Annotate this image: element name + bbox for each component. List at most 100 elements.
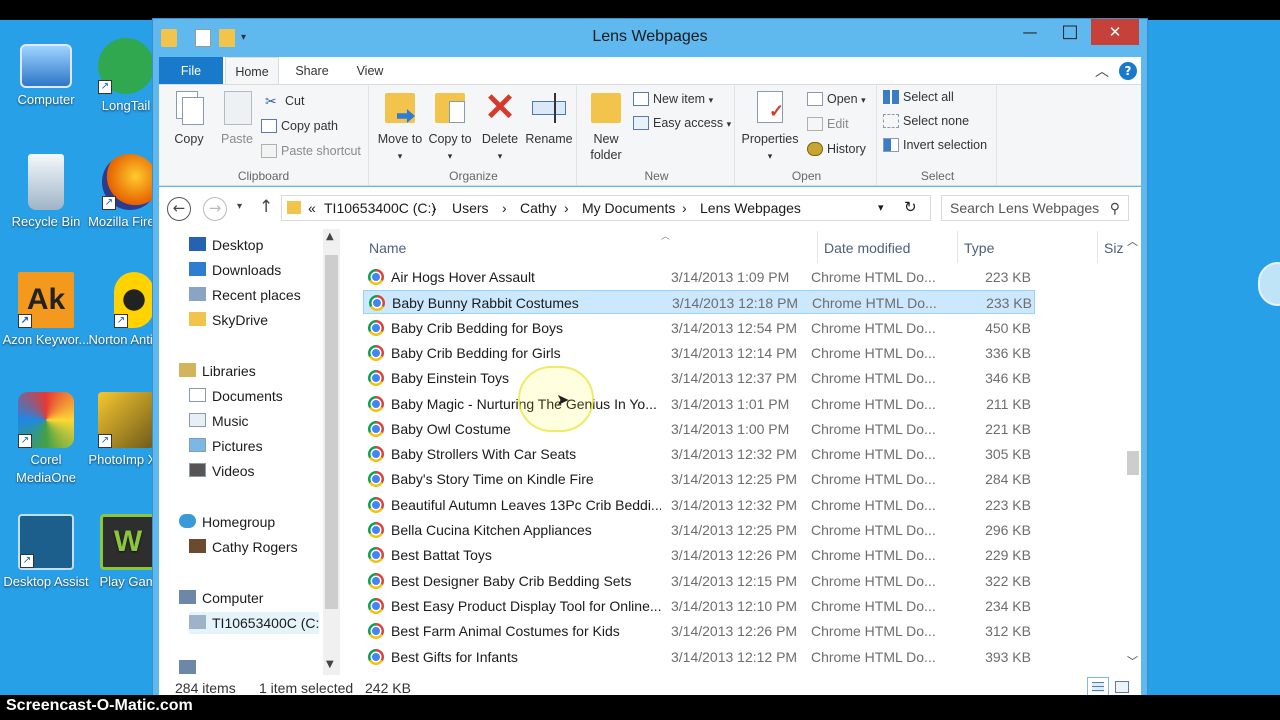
invert-selection-icon bbox=[883, 137, 899, 152]
address-dropdown-icon[interactable]: ▾ bbox=[878, 196, 884, 220]
rename-button[interactable]: Rename bbox=[523, 89, 575, 147]
nav-item-homegroup[interactable]: Homegroup bbox=[179, 511, 275, 533]
tab-share[interactable]: Share bbox=[285, 57, 339, 85]
nav-item-documents[interactable]: Documents bbox=[189, 385, 283, 407]
history-button[interactable]: History bbox=[807, 139, 866, 159]
rename-icon bbox=[532, 89, 566, 127]
file-row[interactable]: Baby Crib Bedding for Girls 3/14/2013 12:… bbox=[363, 341, 1035, 365]
help-icon[interactable]: ? bbox=[1119, 62, 1137, 80]
address-bar[interactable]: « TI10653400C (C:) › Users › Cathy › My … bbox=[281, 195, 931, 221]
file-row[interactable]: Air Hogs Hover Assault 3/14/2013 1:09 PM C… bbox=[363, 265, 1035, 289]
forward-button[interactable]: → bbox=[203, 197, 227, 221]
copy-to-button[interactable]: Copy to ▾ bbox=[425, 89, 475, 164]
desktop-icon-corel[interactable]: ↗ Corel MediaOne bbox=[0, 392, 92, 487]
file-row[interactable]: Best Battat Toys 3/14/2013 12:26 PM Chrome… bbox=[363, 543, 1035, 567]
invert-selection-button[interactable]: Invert selection bbox=[883, 135, 987, 155]
file-list-scroll-thumb[interactable] bbox=[1127, 451, 1139, 475]
nav-item-computer[interactable]: Computer bbox=[179, 587, 263, 609]
select-all-button[interactable]: Select all bbox=[883, 87, 954, 107]
nav-scrollbar[interactable]: ▲ ▼ bbox=[323, 229, 340, 675]
title-bar[interactable]: ▾ Lens Webpages — □ ✕ bbox=[153, 19, 1147, 57]
history-label: History bbox=[827, 142, 866, 156]
file-row[interactable]: Beautiful Autumn Leaves 13Pc Crib Beddi.… bbox=[363, 493, 1035, 517]
scroll-up-icon[interactable]: ▲ bbox=[326, 231, 334, 242]
paste-button[interactable]: Paste bbox=[215, 89, 259, 147]
nav-scroll-thumb[interactable] bbox=[325, 255, 338, 609]
refresh-icon[interactable]: ↻ bbox=[904, 196, 917, 220]
select-none-button[interactable]: Select none bbox=[883, 111, 969, 131]
games-icon: W bbox=[100, 514, 156, 570]
minimize-button[interactable]: — bbox=[1013, 19, 1047, 45]
nav-item-network[interactable] bbox=[179, 657, 202, 675]
breadcrumb-sep: › bbox=[682, 200, 687, 216]
breadcrumb-drive[interactable]: TI10653400C (C:) bbox=[324, 196, 436, 220]
chrome-html-icon bbox=[368, 471, 384, 488]
file-row[interactable]: Best Designer Baby Crib Bedding Sets 3/14… bbox=[363, 569, 1035, 593]
maximize-button[interactable]: □ bbox=[1053, 19, 1087, 45]
file-list-scrollbar[interactable]: ︿ ﹀ bbox=[1123, 229, 1141, 675]
breadcrumb-users[interactable]: Users bbox=[452, 196, 489, 220]
file-row[interactable]: Bella Cucina Kitchen Appliances 3/14/2013… bbox=[363, 518, 1035, 542]
desktop-icon-azon[interactable]: Ak ↗ Azon Keywor... bbox=[0, 272, 92, 349]
breadcrumb-my-documents[interactable]: My Documents bbox=[582, 196, 675, 220]
chrome-html-icon bbox=[368, 623, 384, 640]
recent-locations-icon[interactable]: ▾ bbox=[237, 201, 242, 212]
new-folder-button[interactable]: New folder bbox=[581, 89, 631, 163]
large-icons-view-icon[interactable] bbox=[1115, 681, 1129, 693]
breadcrumb-overflow[interactable]: « bbox=[308, 196, 316, 220]
tab-view[interactable]: View bbox=[345, 57, 395, 85]
up-button[interactable]: ↑ bbox=[259, 197, 273, 217]
recent-places-icon bbox=[189, 287, 206, 302]
search-input[interactable]: Search Lens Webpages ⚲ bbox=[941, 195, 1129, 221]
nav-item-recent-places[interactable]: Recent places bbox=[189, 284, 301, 306]
gadget-edge bbox=[1258, 262, 1280, 306]
nav-item-drive-c[interactable]: TI10653400C (C:) bbox=[189, 612, 319, 634]
open-button[interactable]: Open ▾ bbox=[807, 89, 866, 109]
file-row[interactable]: Baby Einstein Toys 3/14/2013 12:37 PM Chro… bbox=[363, 366, 1035, 390]
file-row[interactable]: Best Easy Product Display Tool for Onlin… bbox=[363, 594, 1035, 618]
back-button[interactable]: ← bbox=[167, 197, 191, 221]
nav-item-music[interactable]: Music bbox=[189, 410, 249, 432]
new-item-button[interactable]: New item ▾ bbox=[633, 89, 713, 109]
breadcrumb-lens-webpages[interactable]: Lens Webpages bbox=[700, 196, 801, 220]
nav-item-pictures[interactable]: Pictures bbox=[189, 435, 263, 457]
nav-item-skydrive[interactable]: SkyDrive bbox=[189, 309, 268, 331]
copy-button[interactable]: Copy bbox=[167, 89, 211, 147]
desktop-icon-recycle-bin[interactable]: Recycle Bin bbox=[0, 154, 92, 231]
file-row[interactable]: Baby's Story Time on Kindle Fire 3/14/201… bbox=[363, 467, 1035, 491]
delete-button[interactable]: ✕ Delete ▾ bbox=[477, 89, 523, 164]
nav-item-libraries[interactable]: Libraries bbox=[179, 360, 256, 382]
tab-home[interactable]: Home bbox=[225, 57, 279, 85]
properties-button[interactable]: ✓ Properties ▾ bbox=[739, 89, 801, 164]
close-button[interactable]: ✕ bbox=[1091, 19, 1139, 45]
file-row[interactable]: Baby Magic - Nurturing The Genius In Yo.… bbox=[363, 392, 1035, 416]
nav-item-cathy-rogers[interactable]: Cathy Rogers bbox=[189, 536, 298, 558]
scroll-up-icon[interactable]: ︿ bbox=[1127, 233, 1138, 249]
nav-item-desktop[interactable]: Desktop bbox=[189, 234, 263, 256]
breadcrumb-sep: › bbox=[502, 200, 507, 216]
file-size: 305 KB bbox=[985, 446, 1031, 463]
move-to-button[interactable]: Move to ▾ bbox=[375, 89, 425, 164]
file-row[interactable]: Baby Bunny Rabbit Costumes 3/14/2013 12:1… bbox=[363, 290, 1035, 315]
desktop-icon-desktop-assist[interactable]: ↗ Desktop Assist bbox=[0, 514, 92, 591]
desktop-icon-computer[interactable]: Computer bbox=[0, 38, 92, 109]
file-row[interactable]: Best Gifts for Infants 3/14/2013 12:12 PM… bbox=[363, 645, 1035, 669]
file-row[interactable]: Baby Strollers With Car Seats 3/14/2013 1… bbox=[363, 442, 1035, 466]
tab-file[interactable]: File bbox=[159, 57, 223, 85]
file-row[interactable]: Baby Crib Bedding for Boys 3/14/2013 12:5… bbox=[363, 316, 1035, 340]
breadcrumb-cathy[interactable]: Cathy bbox=[520, 196, 557, 220]
easy-access-button[interactable]: Easy access ▾ bbox=[633, 113, 731, 133]
details-view-icon[interactable] bbox=[1087, 677, 1109, 697]
scroll-down-icon[interactable]: ▼ bbox=[326, 659, 334, 670]
nav-item-downloads[interactable]: Downloads bbox=[189, 259, 281, 281]
paste-shortcut-button[interactable]: Paste shortcut bbox=[261, 141, 361, 161]
file-row[interactable]: Baby Owl Costume 3/14/2013 1:00 PM Chrome … bbox=[363, 417, 1035, 441]
scroll-down-icon[interactable]: ﹀ bbox=[1127, 653, 1138, 669]
copy-path-button[interactable]: Copy path bbox=[261, 116, 338, 136]
collapse-ribbon-icon[interactable]: ︿ bbox=[1095, 61, 1109, 81]
easy-access-icon bbox=[633, 115, 649, 130]
cut-button[interactable]: ✂ Cut bbox=[265, 91, 304, 111]
edit-button[interactable]: Edit bbox=[807, 114, 849, 134]
nav-item-videos[interactable]: Videos bbox=[189, 460, 255, 482]
file-row[interactable]: Best Farm Animal Costumes for Kids 3/14/2… bbox=[363, 619, 1035, 643]
